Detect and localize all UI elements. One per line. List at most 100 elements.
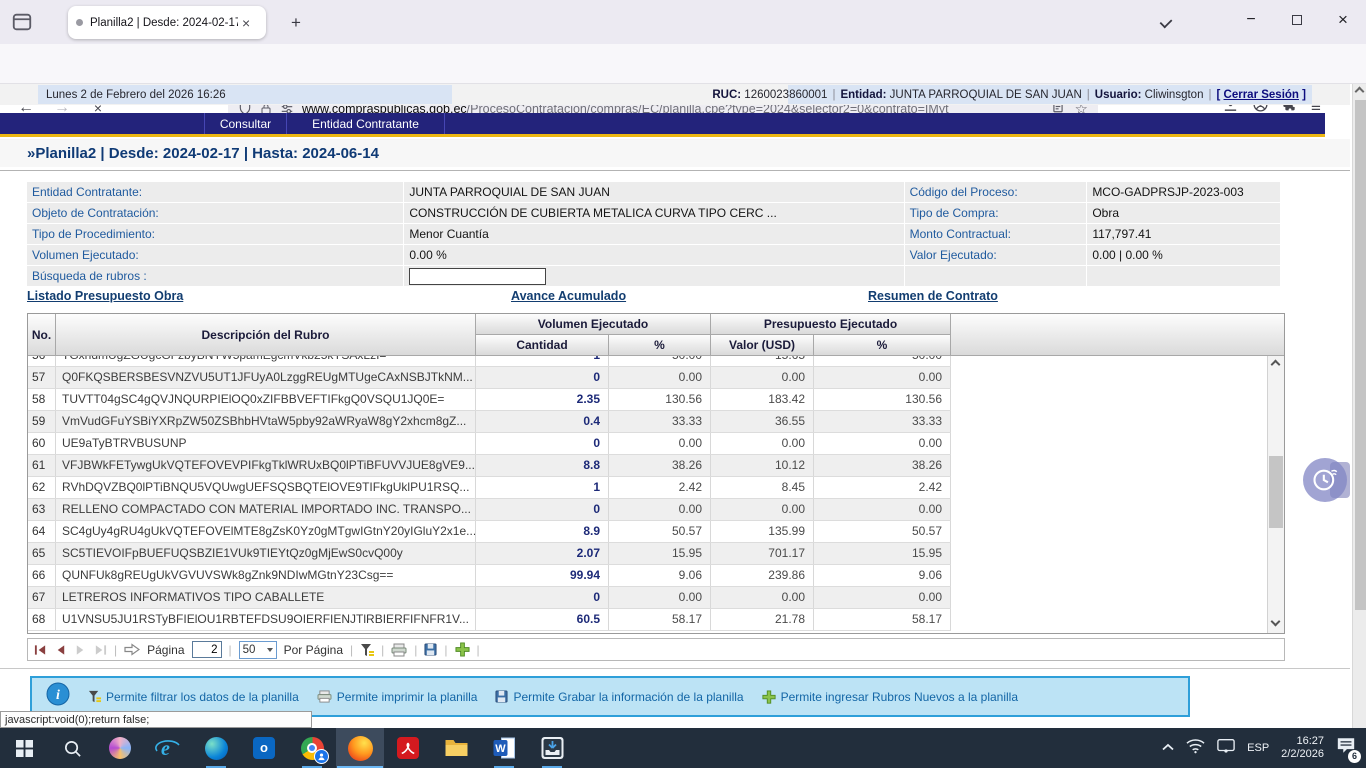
- table-row[interactable]: 67LETREROS INFORMATIVOS TIPO CABALLETE00…: [28, 587, 951, 609]
- bottom-rule: [0, 668, 1350, 669]
- per-page-select[interactable]: 50: [239, 641, 277, 659]
- cell-valor-usd: 0.00: [711, 367, 814, 388]
- tab-close-icon[interactable]: ×: [242, 15, 250, 31]
- cell-descripcion: VFJBWkFETywgUkVQTEFOVEVPIFkgTklWRUxBQ0lP…: [56, 455, 476, 476]
- process-info: Entidad Contratante: JUNTA PARROQUIAL DE…: [27, 182, 1281, 287]
- taskbar-search-icon[interactable]: [48, 728, 96, 768]
- print-icon[interactable]: [391, 643, 407, 657]
- link-resumen-de-contrato[interactable]: Resumen de Contrato: [868, 289, 998, 303]
- link-avance-acumulado[interactable]: Avance Acumulado: [511, 289, 626, 303]
- filter-icon[interactable]: [360, 643, 374, 657]
- start-button[interactable]: [0, 728, 48, 768]
- table-row[interactable]: 65SC5TIEVOIFpBUEFUQSBZIE1VUk9TIEYtQz0gMj…: [28, 543, 951, 565]
- cell-cantidad: 0: [476, 367, 609, 388]
- taskbar-acrobat-icon[interactable]: [384, 728, 432, 768]
- cell-valor-usd: 36.55: [711, 411, 814, 432]
- goto-page-icon[interactable]: [124, 643, 140, 656]
- cell-pct-presupuesto: 50.57: [814, 521, 951, 542]
- tray-clock[interactable]: 16:272/2/2026: [1281, 735, 1324, 761]
- list-tabs-chevron-icon[interactable]: [1160, 16, 1173, 29]
- logout-link[interactable]: [ Cerrar Sesión ]: [1216, 89, 1306, 101]
- cast-icon[interactable]: [1217, 738, 1235, 759]
- taskbar-word-icon[interactable]: W: [480, 728, 528, 768]
- link-listado-presupuesto-obra[interactable]: Listado Presupuesto Obra: [27, 289, 183, 303]
- cell-descripcion: UE9aTyBTRVBUSUNP: [56, 433, 476, 454]
- cell-no: 60: [28, 433, 56, 454]
- col-header-no: No.: [28, 314, 56, 356]
- table-row[interactable]: 66QUNFUk8gREUgUkVGVUVSWk8gZnk9NDIwMGtnY2…: [28, 565, 951, 587]
- menu-item-consultar[interactable]: Consultar: [205, 113, 287, 134]
- cell-descripcion: TUVTT04gSC4gQVJNQURPIElOQ0xZIFBBVEFTIFkg…: [56, 389, 476, 410]
- browser-tab[interactable]: Planilla2 | Desde: 2024-02-17 | H ×: [68, 6, 266, 39]
- session-datetime: Lunes 2 de Febrero del 2026 16:26: [38, 85, 452, 104]
- cell-cantidad: 0: [476, 499, 609, 520]
- session-strip: Lunes 2 de Febrero del 2026 16:26 RUC: 1…: [0, 84, 1350, 105]
- first-page-button[interactable]: [34, 644, 47, 656]
- filter-icon: [88, 690, 101, 703]
- scroll-down-icon[interactable]: [1272, 621, 1280, 629]
- wifi-icon[interactable]: [1186, 738, 1205, 759]
- last-page-button[interactable]: [94, 644, 107, 656]
- cell-descripcion: SC4gUy4gRU4gUkVQTEFOVElMTE8gZsK0Yz0gMTgw…: [56, 521, 476, 542]
- session-info: RUC: 1260023860001 | Entidad: JUNTA PARR…: [788, 85, 1312, 104]
- page-scrollbar[interactable]: [1352, 84, 1366, 728]
- notification-badge: 6: [1348, 750, 1361, 763]
- taskbar-edge-icon[interactable]: [192, 728, 240, 768]
- cell-pct-volumen: 15.95: [609, 543, 711, 564]
- taskbar-inbox-tool-icon[interactable]: [528, 728, 576, 768]
- new-tab-button[interactable]: +: [283, 10, 309, 36]
- browser-navbar: ← → × www.compraspublicas.gob.ec/Proceso…: [0, 44, 1366, 84]
- page-number-input[interactable]: [192, 641, 222, 658]
- title-rule: [0, 170, 1350, 171]
- table-row[interactable]: 59VmVudGFuYSBiYXRpZW50ZSBhbHVtaW5pby92aW…: [28, 411, 951, 433]
- menu-item-entidad-contratante[interactable]: Entidad Contratante: [287, 113, 445, 134]
- taskbar-outlook-icon[interactable]: o: [240, 728, 288, 768]
- page-scrollbar-thumb[interactable]: [1355, 100, 1366, 610]
- language-indicator[interactable]: ESP: [1247, 742, 1269, 754]
- table-row[interactable]: 63RELLENO COMPACTADO CON MATERIAL IMPORT…: [28, 499, 951, 521]
- window-minimize-button[interactable]: −: [1228, 0, 1274, 40]
- save-icon: [495, 690, 508, 703]
- prev-page-button[interactable]: [54, 644, 67, 656]
- table-row[interactable]: 57Q0FKQSBERSBESVNZVU5UT1JFUyA0LzggREUgMT…: [28, 367, 951, 389]
- cell-descripcion: RELLENO COMPACTADO CON MATERIAL IMPORTAD…: [56, 499, 476, 520]
- taskbar-copilot-icon[interactable]: [96, 728, 144, 768]
- window-maximize-button[interactable]: [1274, 0, 1320, 40]
- scroll-up-icon[interactable]: [1272, 361, 1280, 369]
- cell-cantidad: 60.5: [476, 609, 609, 630]
- table-scrollbar-thumb[interactable]: [1269, 456, 1283, 528]
- table-row[interactable]: 62RVhDQVZBQ0lPTiBNQU5VQUwgUEFSQSBQTElOVE…: [28, 477, 951, 499]
- help-print: Permite imprimir la planilla: [317, 690, 478, 704]
- tray-chevron-up-icon[interactable]: [1162, 739, 1174, 757]
- cell-valor-usd: 0.00: [711, 499, 814, 520]
- taskbar-firefox-icon[interactable]: [336, 728, 384, 768]
- table-row[interactable]: 61VFJBWkFETywgUkVQTEFOVEVPIFkgTklWRUxBQ0…: [28, 455, 951, 477]
- table-row[interactable]: 68U1VNSU5JU1RSTyBFIElOU1RBTEFDSU9OIERFIE…: [28, 609, 951, 631]
- taskbar-explorer-icon[interactable]: [432, 728, 480, 768]
- table-scrollbar[interactable]: [1267, 356, 1284, 633]
- cell-pct-presupuesto: 2.42: [814, 477, 951, 498]
- add-rubro-icon[interactable]: [455, 642, 470, 657]
- page-scroll-up-icon[interactable]: [1356, 88, 1364, 96]
- cell-descripcion: LETREROS INFORMATIVOS TIPO CABALLETE: [56, 587, 476, 608]
- links-row: Listado Presupuesto Obra Avance Acumulad…: [0, 289, 1350, 307]
- window-close-button[interactable]: ×: [1320, 0, 1366, 40]
- table-row[interactable]: 64SC4gUy4gRU4gUkVQTEFOVElMTE8gZsK0Yz0gMT…: [28, 521, 951, 543]
- save-icon[interactable]: [424, 643, 437, 656]
- cell-cantidad: 0.4: [476, 411, 609, 432]
- maximize-icon: [1292, 15, 1302, 25]
- rubro-search-input[interactable]: [409, 268, 546, 285]
- next-page-button[interactable]: [74, 644, 87, 656]
- cell-cantidad: 1: [476, 477, 609, 498]
- table-row[interactable]: 56TGxhdmUgZGUgcGFzbyBNYW5pamEgcmVkb25kYS…: [28, 356, 951, 367]
- notification-center-icon[interactable]: 6: [1336, 736, 1356, 760]
- firefox-view-icon[interactable]: [10, 11, 34, 33]
- svg-text:i: i: [56, 688, 60, 703]
- table-row[interactable]: 58TUVTT04gSC4gQVJNQURPIElOQ0xZIFBBVEFTIF…: [28, 389, 951, 411]
- info-value: 117,797.41: [1087, 224, 1280, 244]
- table-row[interactable]: 60UE9aTyBTRVBUSUNP00.000.000.00: [28, 433, 951, 455]
- floating-clock-widget[interactable]: [1303, 458, 1347, 502]
- taskbar-chrome-icon[interactable]: [288, 728, 336, 768]
- cell-pct-presupuesto: 38.26: [814, 455, 951, 476]
- taskbar-ie-icon[interactable]: e: [144, 728, 192, 768]
